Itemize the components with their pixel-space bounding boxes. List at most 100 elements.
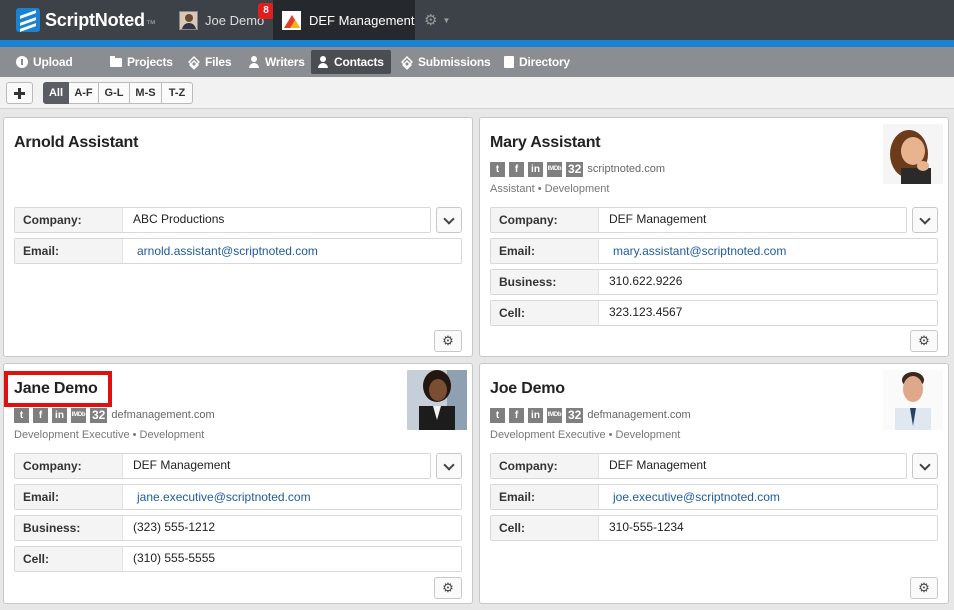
social-count: 32 bbox=[566, 407, 584, 423]
gear-icon: ⚙ bbox=[442, 580, 454, 595]
facebook-icon[interactable]: f bbox=[509, 407, 524, 423]
filter-g-l[interactable]: G-L bbox=[99, 82, 130, 104]
company-switcher[interactable]: DEF Management bbox=[273, 0, 415, 40]
linkedin-icon[interactable]: in bbox=[528, 161, 543, 177]
company-field: Company: DEF Management bbox=[490, 453, 907, 479]
notification-badge[interactable]: 8 bbox=[258, 3, 274, 19]
contact-title: Development Executive bbox=[14, 429, 130, 441]
field-label: Email: bbox=[15, 485, 123, 509]
cell-phone-field: Cell: 323.123.4567 bbox=[490, 300, 938, 326]
twitter-icon[interactable]: t bbox=[490, 407, 505, 423]
card-settings-button[interactable]: ⚙ bbox=[910, 330, 938, 352]
nav-projects[interactable]: Projects bbox=[104, 50, 179, 74]
person-icon bbox=[248, 56, 260, 68]
contact-photo-image bbox=[407, 370, 467, 430]
email-link[interactable]: jane.executive@scriptnoted.com bbox=[137, 485, 311, 509]
filter-all[interactable]: All bbox=[43, 82, 69, 104]
company-dropdown-button[interactable] bbox=[912, 453, 938, 479]
contact-department: Development bbox=[544, 183, 610, 195]
nav-upload[interactable]: Upload bbox=[10, 50, 78, 74]
email-link[interactable]: mary.assistant@scriptnoted.com bbox=[613, 239, 786, 263]
nav-label: Writers bbox=[265, 55, 305, 69]
brand-logo[interactable]: ScriptNoted ™ bbox=[16, 7, 156, 33]
nav-label: Directory bbox=[519, 55, 570, 69]
company-value: DEF Management bbox=[609, 458, 707, 472]
brand-name: ScriptNoted bbox=[45, 9, 145, 30]
facebook-icon[interactable]: f bbox=[509, 161, 524, 177]
field-label: Company: bbox=[491, 454, 599, 478]
email-field: Email: joe.executive@scriptnoted.com bbox=[490, 484, 938, 510]
imdb-icon[interactable]: IMDb bbox=[547, 407, 562, 423]
nav-files[interactable]: Files bbox=[182, 50, 237, 74]
user-avatar bbox=[179, 10, 198, 30]
settings-menu[interactable]: ⚙ ▼ bbox=[424, 11, 450, 29]
contact-photo bbox=[407, 370, 467, 430]
email-link[interactable]: arnold.assistant@scriptnoted.com bbox=[137, 239, 318, 263]
nav-label: Projects bbox=[127, 55, 173, 69]
facebook-icon[interactable]: f bbox=[33, 407, 48, 423]
book-icon bbox=[504, 56, 514, 68]
contact-card: Jane Demo t f in IMDb 32 defmanagement.c… bbox=[3, 363, 473, 604]
company-dropdown-button[interactable] bbox=[912, 207, 938, 233]
contact-role: Development Executive • Development bbox=[490, 429, 680, 441]
company-field: Company: ABC Productions bbox=[14, 207, 431, 233]
alpha-filter-group: All A-F G-L M-S T-Z bbox=[43, 82, 193, 104]
contact-name[interactable]: Arnold Assistant bbox=[14, 134, 138, 152]
contact-department: Development bbox=[139, 429, 205, 441]
contact-photo-image bbox=[883, 124, 943, 184]
imdb-icon[interactable]: IMDb bbox=[71, 407, 86, 423]
company-field: Company: DEF Management bbox=[14, 453, 431, 479]
contact-name[interactable]: Mary Assistant bbox=[490, 134, 601, 152]
cell-phone-field: Cell: (310) 555-5555 bbox=[14, 546, 462, 572]
nav-contacts[interactable]: Contacts bbox=[311, 50, 391, 74]
contact-department: Development bbox=[615, 429, 681, 441]
cell-phone-field: Cell: 310-555-1234 bbox=[490, 515, 938, 541]
contact-name[interactable]: Jane Demo bbox=[14, 380, 98, 398]
cell-phone-value: 323.123.4567 bbox=[609, 305, 683, 319]
email-link[interactable]: joe.executive@scriptnoted.com bbox=[613, 485, 780, 509]
layers-icon bbox=[188, 56, 200, 68]
cell-phone-value: 310-555-1234 bbox=[609, 520, 684, 534]
layers-icon bbox=[401, 56, 413, 68]
gear-icon: ⚙ bbox=[918, 580, 930, 595]
card-settings-button[interactable]: ⚙ bbox=[910, 577, 938, 599]
contact-role: Development Executive • Development bbox=[14, 429, 204, 441]
contact-name[interactable]: Joe Demo bbox=[490, 380, 565, 398]
field-label: Business: bbox=[15, 516, 123, 540]
contact-domain: defmanagement.com bbox=[587, 409, 691, 421]
linkedin-icon[interactable]: in bbox=[528, 407, 543, 423]
imdb-icon[interactable]: IMDb bbox=[547, 161, 562, 177]
filter-a-f[interactable]: A-F bbox=[69, 82, 99, 104]
person-icon bbox=[317, 56, 329, 68]
field-label: Email: bbox=[491, 239, 599, 263]
add-contact-button[interactable] bbox=[6, 82, 33, 104]
business-phone-field: Business: 310.622.9226 bbox=[490, 269, 938, 295]
company-field: Company: DEF Management bbox=[490, 207, 907, 233]
company-dropdown-button[interactable] bbox=[436, 453, 462, 479]
card-settings-button[interactable]: ⚙ bbox=[434, 330, 462, 352]
top-bar: ScriptNoted ™ Joe Demo 8 DEF Management … bbox=[0, 0, 954, 40]
role-separator: • bbox=[537, 183, 542, 195]
email-field: Email: arnold.assistant@scriptnoted.com bbox=[14, 238, 462, 264]
filter-t-z[interactable]: T-Z bbox=[162, 82, 193, 104]
nav-writers[interactable]: Writers bbox=[242, 50, 311, 74]
nav-label: Files bbox=[205, 55, 232, 69]
nav-submissions[interactable]: Submissions bbox=[395, 50, 496, 74]
folder-icon bbox=[110, 55, 122, 67]
filter-m-s[interactable]: M-S bbox=[130, 82, 162, 104]
twitter-icon[interactable]: t bbox=[490, 161, 505, 177]
contact-title: Assistant bbox=[490, 183, 535, 195]
user-menu[interactable]: Joe Demo 8 bbox=[172, 0, 274, 40]
contact-card: Mary Assistant t f in IMDb 32 scriptnote… bbox=[479, 117, 949, 357]
card-settings-button[interactable]: ⚙ bbox=[434, 577, 462, 599]
email-field: Email: mary.assistant@scriptnoted.com bbox=[490, 238, 938, 264]
role-separator: • bbox=[608, 429, 613, 441]
brand-trademark: ™ bbox=[145, 18, 156, 30]
accent-strip bbox=[0, 40, 954, 47]
nav-directory[interactable]: Directory bbox=[498, 50, 576, 74]
company-value: ABC Productions bbox=[133, 212, 225, 226]
linkedin-icon[interactable]: in bbox=[52, 407, 67, 423]
main-nav: Upload Projects Files Writers Contacts S… bbox=[0, 47, 954, 77]
company-dropdown-button[interactable] bbox=[436, 207, 462, 233]
twitter-icon[interactable]: t bbox=[14, 407, 29, 423]
